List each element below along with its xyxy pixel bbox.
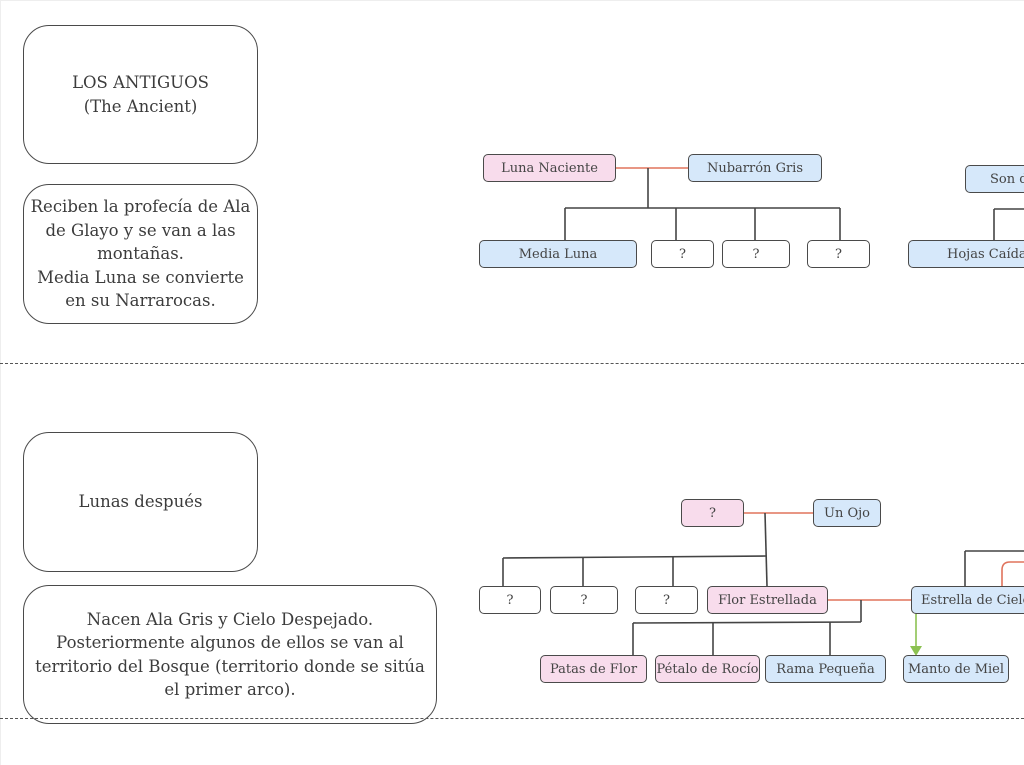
cat-node-unknown[interactable]: ?: [550, 586, 618, 614]
partner-line: [1001, 561, 1024, 586]
cat-name: ?: [663, 592, 670, 608]
descent-line: [764, 512, 768, 587]
cat-name: Hojas Caídas: [947, 246, 1024, 262]
cat-name: Un Ojo: [824, 505, 870, 521]
cat-name: Nubarrón Gris: [706, 160, 803, 176]
cat-name: Pétalo de Rocío: [656, 661, 759, 677]
cat-name: Rama Pequeña: [776, 661, 875, 677]
cat-name: ?: [709, 505, 716, 521]
cat-name: Manto de Miel: [907, 661, 1005, 677]
cat-name: ?: [580, 592, 588, 608]
cat-node-unknown[interactable]: ?: [651, 240, 714, 268]
cat-node-unknown[interactable]: ?: [635, 586, 698, 614]
cat-name: Flor Estrellada: [718, 592, 817, 608]
cat-node-patas-de-flor[interactable]: Patas de Flor: [540, 655, 647, 683]
cat-node-unknown[interactable]: ?: [807, 240, 870, 268]
cat-node-hojas-caidas[interactable]: Hojas Caídas: [908, 240, 1024, 268]
descent-line: [632, 621, 862, 624]
cat-name: Luna Naciente: [501, 160, 598, 176]
cat-node-manto-de-miel[interactable]: Manto de Miel: [903, 655, 1009, 683]
cat-name: Media Luna: [518, 246, 598, 262]
cat-node-son-d[interactable]: Son d: [965, 165, 1024, 193]
cat-name: Patas de Flor: [549, 661, 638, 677]
cat-name: ?: [679, 246, 686, 262]
cat-node-nubarron-gris[interactable]: Nubarrón Gris: [688, 154, 822, 182]
cat-node-luna-naciente[interactable]: Luna Naciente: [483, 154, 616, 182]
cat-node-flor-estrellada[interactable]: Flor Estrellada: [707, 586, 828, 614]
cat-node-unknown[interactable]: ?: [479, 586, 541, 614]
cat-node-unknown[interactable]: ?: [722, 240, 790, 268]
cat-name: ?: [835, 246, 842, 262]
cat-node-estrella-de-cielo[interactable]: Estrella de Cielo: [911, 586, 1024, 614]
cat-name: Son d: [990, 171, 1024, 187]
cat-node-unknown-mother[interactable]: ?: [681, 499, 744, 527]
cat-name: Estrella de Cielo: [921, 592, 1024, 608]
cat-name: ?: [752, 246, 760, 262]
cat-node-rama-pequena[interactable]: Rama Pequeña: [765, 655, 886, 683]
cat-node-un-ojo[interactable]: Un Ojo: [813, 499, 881, 527]
connector-lines: [502, 167, 1024, 656]
cat-node-petalo-de-rocio[interactable]: Pétalo de Rocío: [655, 655, 760, 683]
cat-node-media-luna[interactable]: Media Luna: [479, 240, 637, 268]
descent-line: [502, 555, 767, 559]
cat-name: ?: [506, 592, 514, 608]
